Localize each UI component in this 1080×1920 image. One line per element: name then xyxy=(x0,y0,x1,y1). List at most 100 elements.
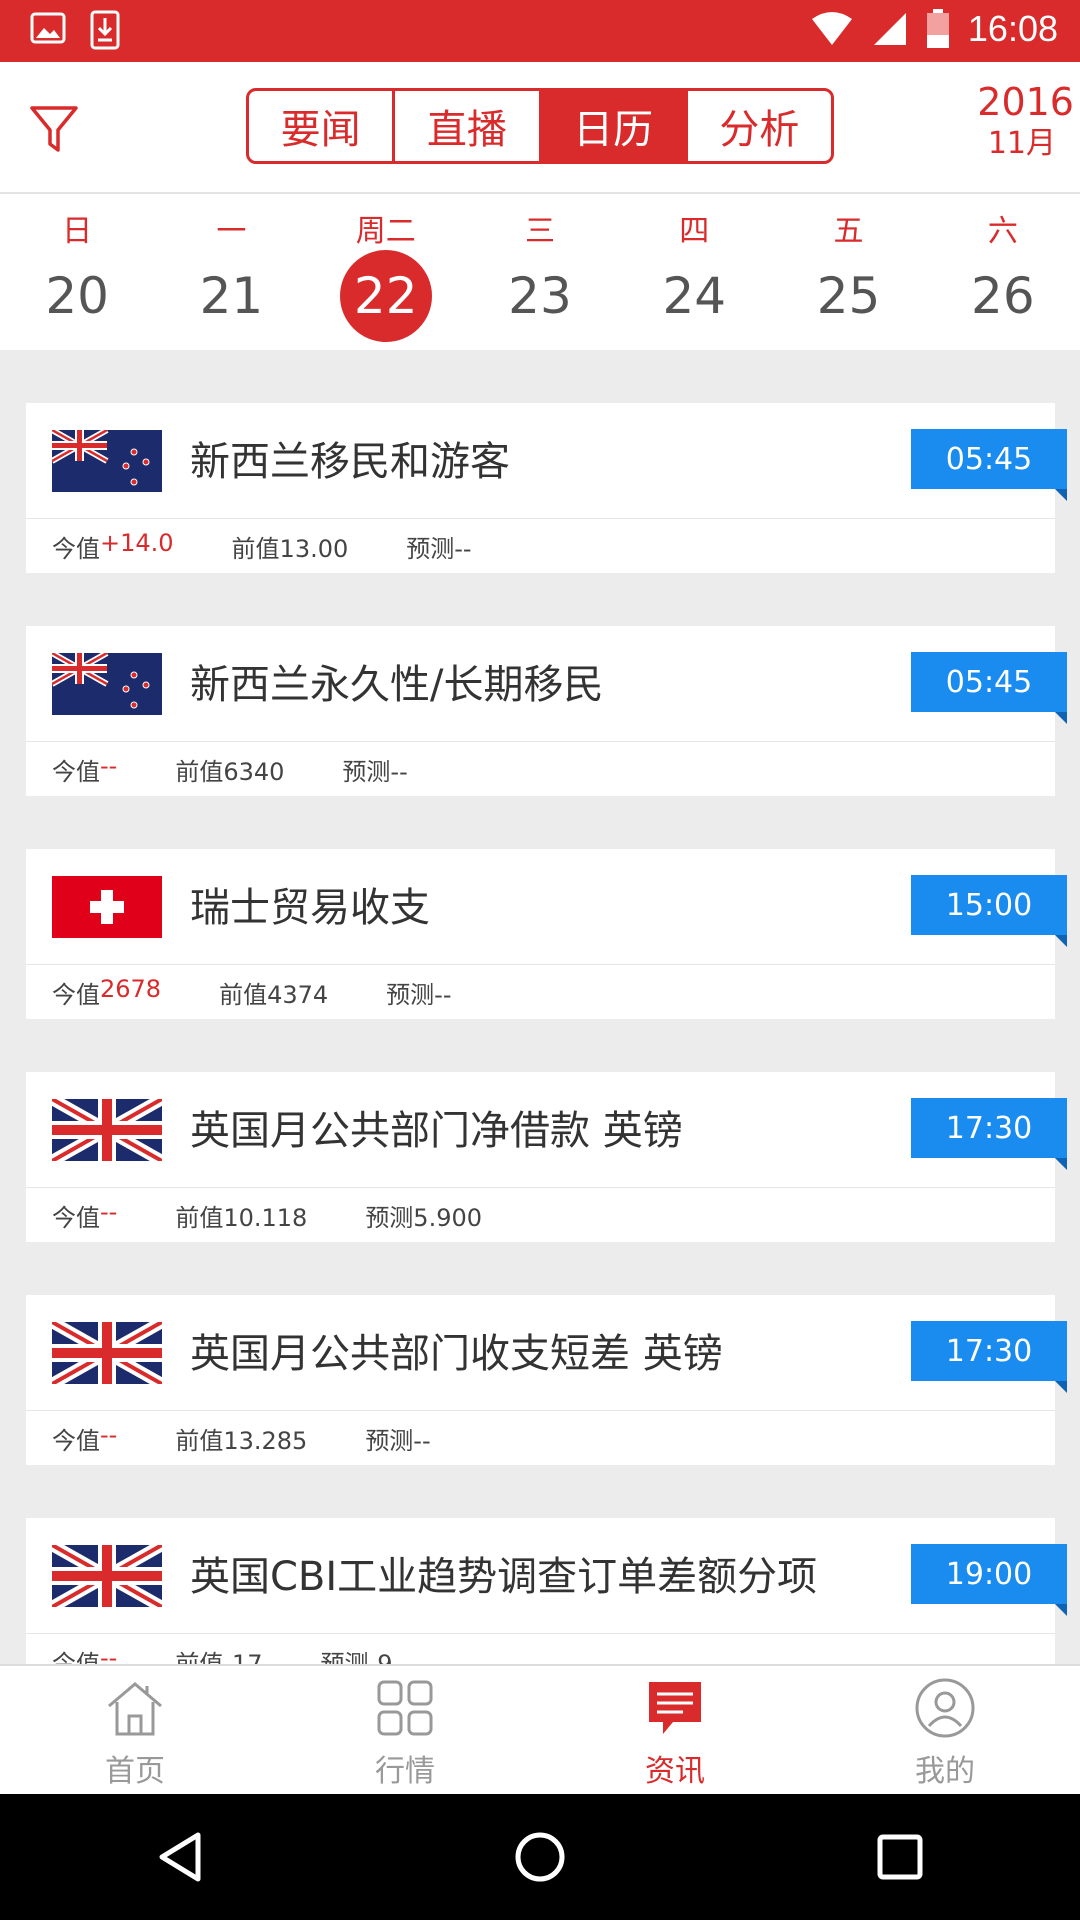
bottom-nav: 首页 行情 资讯 我的 xyxy=(0,1664,1080,1796)
event-title: 瑞士贸易收支 xyxy=(190,885,430,931)
forecast-value: 预测5.900 xyxy=(365,1204,483,1232)
actual-value: -- xyxy=(100,752,118,780)
previous-value: 前值-17 xyxy=(175,1650,263,1664)
day-number: 25 xyxy=(816,267,881,325)
tab-calendar[interactable]: 日历 xyxy=(541,91,688,161)
section-tabs: 要闻 直播 日历 分析 xyxy=(246,88,834,164)
event-header: 英国月公共部门净借款 英镑 17:30 xyxy=(26,1072,1067,1188)
event-list[interactable]: 新西兰移民和游客 05:45 今值 +14.0 前值13.00 预测-- 新西兰永… xyxy=(0,350,1080,1664)
weekday-label: 五 xyxy=(833,214,864,249)
event-stats: 今值 -- 前值6340 预测-- xyxy=(52,752,408,787)
event-card[interactable]: 英国月公共部门净借款 英镑 17:30 今值 -- 前值10.118 预测5.90… xyxy=(26,1072,1067,1242)
status-bar: 16:08 xyxy=(0,0,1080,62)
event-header: 瑞士贸易收支 15:00 xyxy=(26,849,1067,965)
download-notification-icon xyxy=(90,10,120,50)
day-number: 23 xyxy=(508,267,572,325)
year-label: 2016 xyxy=(977,80,1074,124)
event-header: 英国CBI工业趋势调查订单差额分项 19:00 xyxy=(26,1518,1067,1634)
weekday-label: 三 xyxy=(524,214,555,249)
event-title: 英国月公共部门收支短差 英镑 xyxy=(190,1331,723,1377)
forecast-value: 预测-9 xyxy=(320,1650,393,1664)
wifi-icon xyxy=(811,12,852,45)
nz-flag-icon xyxy=(52,653,162,715)
tab-analysis[interactable]: 分析 xyxy=(688,91,831,161)
event-card[interactable]: 英国月公共部门收支短差 英镑 17:30 今值 -- 前值13.285 预测-- xyxy=(26,1295,1067,1465)
top-bar: 要闻 直播 日历 分析 2016 11月 xyxy=(0,62,1080,194)
nav-label: 首页 xyxy=(105,1754,165,1789)
day-number: 20 xyxy=(45,267,109,325)
event-title: 新西兰移民和游客 xyxy=(190,439,510,485)
month-picker[interactable]: 2016 11月 xyxy=(977,80,1074,164)
nav-news[interactable]: 资讯 xyxy=(540,1666,810,1796)
event-title: 英国月公共部门净借款 英镑 xyxy=(190,1108,683,1154)
day-tue-selected[interactable]: 周二 22 xyxy=(309,194,463,350)
ch-flag-icon xyxy=(52,876,162,938)
day-mon[interactable]: 一 21 xyxy=(154,194,308,350)
event-time-tag: 19:00 xyxy=(911,1544,1067,1616)
event-time-tag: 05:45 xyxy=(911,429,1067,501)
month-label: 11月 xyxy=(987,126,1056,161)
nav-profile[interactable]: 我的 xyxy=(810,1666,1080,1796)
previous-value: 前值4374 xyxy=(219,981,329,1009)
filter-icon[interactable] xyxy=(26,100,82,156)
profile-icon xyxy=(915,1678,975,1738)
nav-market[interactable]: 行情 xyxy=(270,1666,540,1796)
tab-live[interactable]: 直播 xyxy=(395,91,542,161)
back-icon[interactable] xyxy=(150,1827,210,1887)
event-title: 新西兰永久性/长期移民 xyxy=(190,662,604,708)
weekday-label: 一 xyxy=(216,214,247,249)
event-time-tag: 15:00 xyxy=(911,875,1067,947)
forecast-value: 预测-- xyxy=(365,1427,431,1455)
weekday-label: 日 xyxy=(62,214,93,249)
event-card[interactable]: 新西兰永久性/长期移民 05:45 今值 -- 前值6340 预测-- xyxy=(26,626,1067,796)
event-card[interactable]: 瑞士贸易收支 15:00 今值 2678 前值4374 预测-- xyxy=(26,849,1067,1019)
weekday-label: 周二 xyxy=(355,214,416,249)
news-icon xyxy=(649,1682,701,1734)
previous-value: 前值6340 xyxy=(175,758,285,786)
uk-flag-icon xyxy=(52,1322,162,1384)
actual-label: 今值 xyxy=(52,535,100,563)
system-nav-bar xyxy=(0,1794,1080,1920)
event-stats: 今值 -- 前值13.285 预测-- xyxy=(52,1421,431,1456)
day-number: 24 xyxy=(662,267,727,325)
day-fri[interactable]: 五 25 xyxy=(771,194,925,350)
forecast-value: 预测-- xyxy=(342,758,408,786)
event-card[interactable]: 新西兰移民和游客 05:45 今值 +14.0 前值13.00 预测-- xyxy=(26,403,1067,573)
nav-home[interactable]: 首页 xyxy=(0,1666,270,1796)
event-header: 新西兰移民和游客 05:45 xyxy=(26,403,1067,519)
forecast-value: 预测-- xyxy=(386,981,452,1009)
week-strip: 日 20 一 21 周二 22 三 23 四 24 五 25 六 26 xyxy=(0,194,1080,350)
actual-label: 今值 xyxy=(52,1650,100,1664)
clock: 16:08 xyxy=(967,8,1058,49)
nav-label: 资讯 xyxy=(645,1754,705,1789)
day-wed[interactable]: 三 23 xyxy=(463,194,617,350)
previous-value: 前值13.00 xyxy=(231,535,349,563)
actual-value: 2678 xyxy=(100,975,162,1003)
weekday-label: 四 xyxy=(679,214,710,249)
battery-icon xyxy=(926,9,949,48)
event-card[interactable]: 英国CBI工业趋势调查订单差额分项 19:00 今值 -- 前值-17 预测-9 xyxy=(26,1518,1067,1664)
day-sat[interactable]: 六 26 xyxy=(926,194,1080,350)
event-stats: 今值 -- 前值-17 预测-9 xyxy=(52,1644,392,1664)
previous-value: 前值13.285 xyxy=(175,1427,308,1455)
event-time-tag: 17:30 xyxy=(911,1098,1067,1170)
image-notification-icon xyxy=(30,12,66,44)
signal-icon xyxy=(873,13,906,45)
actual-value: -- xyxy=(100,1644,118,1664)
home-circle-icon[interactable] xyxy=(510,1827,570,1887)
grid-icon xyxy=(377,1680,433,1736)
day-sun[interactable]: 日 20 xyxy=(0,194,154,350)
day-number: 21 xyxy=(199,267,264,325)
actual-value: -- xyxy=(100,1198,118,1226)
event-stats: 今值 -- 前值10.118 预测5.900 xyxy=(52,1198,482,1233)
uk-flag-icon xyxy=(52,1099,162,1161)
tab-headlines[interactable]: 要闻 xyxy=(249,91,396,161)
day-thu[interactable]: 四 24 xyxy=(617,194,771,350)
home-icon xyxy=(108,1682,162,1736)
actual-label: 今值 xyxy=(52,1427,100,1455)
nav-label: 我的 xyxy=(915,1754,975,1789)
actual-value: +14.0 xyxy=(100,529,174,557)
actual-label: 今值 xyxy=(52,758,100,786)
previous-value: 前值10.118 xyxy=(175,1204,308,1232)
recents-icon[interactable] xyxy=(870,1827,930,1887)
